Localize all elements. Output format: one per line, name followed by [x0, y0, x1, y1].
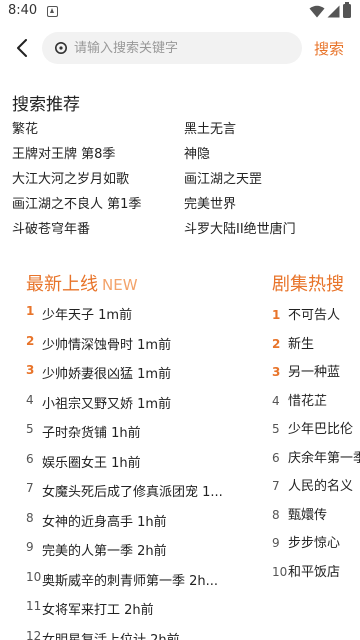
- hot-row[interactable]: 2 新生: [272, 333, 314, 353]
- recommend-title: 搜索推荐: [12, 95, 80, 115]
- show-title: 甄嬛传: [288, 507, 328, 523]
- rank-number: 3: [26, 363, 35, 377]
- recommend-item[interactable]: 画江湖之天罡: [184, 168, 262, 187]
- show-title: 和平饭店: [288, 564, 341, 580]
- back-arrow-icon: [17, 39, 27, 57]
- signal-icon: [327, 5, 340, 18]
- show-title: 完美的人第一季 2h前: [42, 544, 167, 559]
- rank-number: 9: [272, 536, 280, 550]
- show-title: 新生: [288, 336, 315, 352]
- notification-icon: [47, 6, 58, 17]
- rank-number: 10: [272, 564, 288, 579]
- latest-row[interactable]: 4 小祖宗又野又娇 1m前: [26, 393, 171, 413]
- show-title: 女明星复活上位计 2h前: [42, 632, 180, 640]
- rank-number: 4: [272, 393, 280, 408]
- rank-number: 1: [26, 304, 35, 318]
- latest-row[interactable]: 11女将军来打工 2h前: [26, 599, 154, 619]
- latest-row[interactable]: 12女明星复活上位计 2h前: [26, 629, 180, 640]
- rank-number: 10: [26, 569, 42, 584]
- rank-number: 6: [26, 451, 34, 466]
- search-input[interactable]: [74, 32, 294, 64]
- latest-row[interactable]: 6 娱乐圈女王 1h前: [26, 452, 141, 472]
- recommend-item[interactable]: 画江湖之不良人 第1季: [12, 193, 141, 212]
- search-box[interactable]: [42, 32, 302, 64]
- show-title: 子时杂货铺 1h前: [42, 426, 141, 441]
- latest-row[interactable]: 9 完美的人第一季 2h前: [26, 540, 167, 560]
- recommend-item[interactable]: 斗罗大陆II绝世唐门: [184, 218, 296, 237]
- hot-row[interactable]: 1 不可告人: [272, 304, 340, 324]
- show-title: 娱乐圈女王 1h前: [42, 455, 141, 471]
- rank-number: 7: [272, 479, 280, 493]
- rank-number: 5: [26, 422, 34, 436]
- show-title: 惜花芷: [288, 393, 328, 409]
- show-title: 少帅娇妻很凶猛 1m前: [42, 367, 172, 382]
- latest-row[interactable]: 1 少年天子 1m前: [26, 304, 132, 324]
- battery-icon: [343, 2, 351, 18]
- rank-number: 3: [272, 365, 281, 379]
- recommend-item[interactable]: 神隐: [184, 143, 210, 162]
- rank-number: 8: [26, 510, 34, 525]
- show-title: 人民的名义: [288, 479, 354, 494]
- recommend-item[interactable]: 黑土无言: [184, 118, 236, 137]
- rank-number: 8: [272, 507, 280, 522]
- latest-row[interactable]: 7 女魔头死后成了修真派团宠 1...: [26, 481, 223, 501]
- rank-number: 7: [26, 481, 34, 495]
- rank-number: 11: [26, 599, 42, 613]
- back-button[interactable]: [10, 36, 34, 60]
- show-title: 另一种蓝: [288, 365, 341, 380]
- status-bar: 8:40: [0, 0, 360, 24]
- hot-row[interactable]: 10和平饭店: [272, 561, 340, 581]
- new-tag: NEW: [102, 276, 138, 294]
- recommend-item[interactable]: 完美世界: [184, 193, 236, 212]
- show-title: 女神的近身高手 1h前: [42, 514, 167, 530]
- rank-number: 12: [26, 628, 42, 640]
- wifi-icon: [309, 5, 325, 18]
- show-title: 不可告人: [288, 308, 341, 323]
- rank-number: 1: [272, 308, 281, 322]
- ranking-area[interactable]: 最新上线 NEW 1 少年天子 1m前 2 少帅情深蚀骨时 1m前 3 少帅娇妻很凶猛 …: [0, 270, 360, 640]
- show-title: 小祖宗又野又娇 1m前: [42, 396, 172, 412]
- show-title: 女将军来打工 2h前: [42, 603, 154, 618]
- search-icon: [55, 42, 67, 54]
- show-title: 少年天子 1m前: [42, 308, 133, 323]
- latest-row[interactable]: 5 子时杂货铺 1h前: [26, 422, 141, 442]
- search-button[interactable]: 搜索: [314, 38, 344, 59]
- hot-row[interactable]: 6 庆余年第一季: [272, 447, 360, 467]
- hot-row[interactable]: 8 甄嬛传: [272, 504, 327, 524]
- rank-number: 9: [26, 540, 34, 554]
- search-bar: 搜索: [0, 30, 360, 66]
- recommend-item[interactable]: 繁花: [12, 118, 38, 137]
- rank-number: 5: [272, 422, 280, 436]
- status-time: 8:40: [8, 3, 38, 18]
- recommend-item[interactable]: 斗破苍穹年番: [12, 218, 90, 237]
- recommend-item[interactable]: 王牌对王牌 第8季: [12, 143, 115, 162]
- hot-title: 剧集热搜: [272, 274, 344, 295]
- latest-row[interactable]: 2 少帅情深蚀骨时 1m前: [26, 334, 171, 354]
- latest-row[interactable]: 3 少帅娇妻很凶猛 1m前: [26, 363, 171, 383]
- show-title: 女魔头死后成了修真派团宠 1...: [42, 485, 223, 500]
- latest-title-text: 最新上线: [26, 274, 98, 295]
- hot-row[interactable]: 3 另一种蓝: [272, 361, 340, 381]
- hot-row[interactable]: 9 步步惊心: [272, 532, 340, 552]
- latest-row[interactable]: 8 女神的近身高手 1h前: [26, 511, 167, 531]
- hot-row[interactable]: 5 少年巴比伦: [272, 418, 353, 438]
- show-title: 少帅情深蚀骨时 1m前: [42, 337, 172, 353]
- show-title: 少年巴比伦: [288, 422, 354, 437]
- rank-number: 2: [26, 333, 35, 348]
- latest-title: 最新上线 NEW: [26, 270, 138, 296]
- rank-number: 4: [26, 392, 34, 407]
- rank-number: 6: [272, 450, 280, 465]
- hot-row[interactable]: 4 惜花芷: [272, 390, 327, 410]
- show-title: 庆余年第一季: [288, 450, 360, 466]
- recommend-item[interactable]: 大江大河之岁月如歌: [12, 168, 129, 187]
- latest-row[interactable]: 10奥斯威辛的刺青师第一季 2h...: [26, 570, 218, 590]
- hot-row[interactable]: 7 人民的名义: [272, 475, 353, 495]
- show-title: 奥斯威辛的刺青师第一季 2h...: [42, 573, 219, 589]
- rank-number: 2: [272, 336, 281, 351]
- show-title: 步步惊心: [288, 536, 341, 551]
